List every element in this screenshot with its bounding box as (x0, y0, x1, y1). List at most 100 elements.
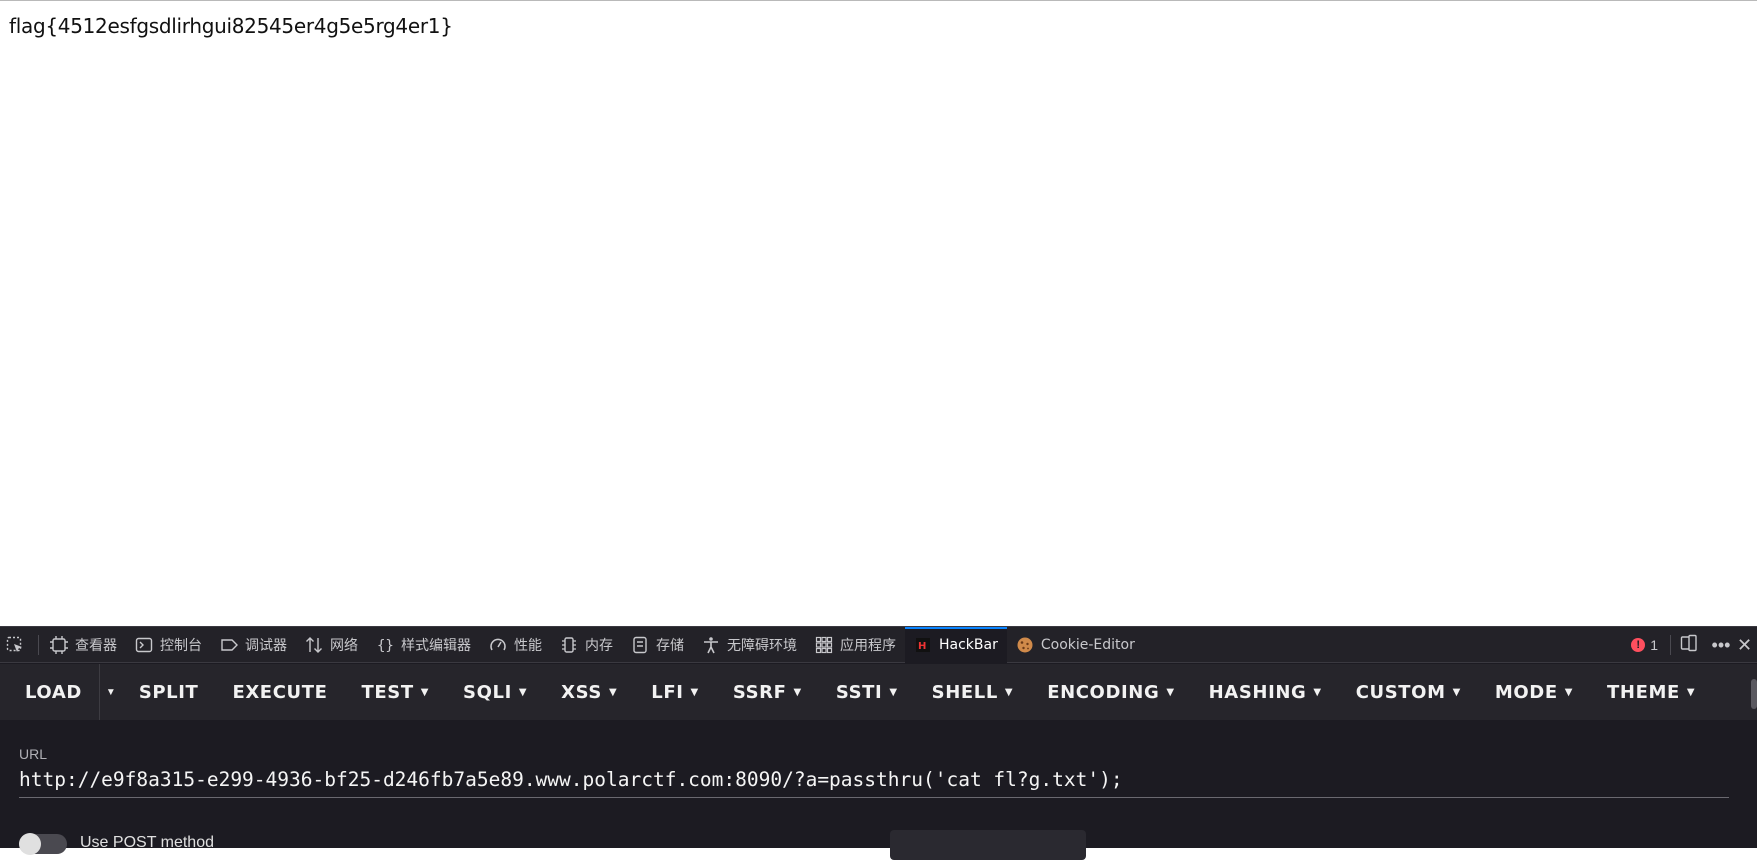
responsive-icon (1680, 634, 1698, 657)
console-icon (135, 636, 153, 654)
close-devtools-button[interactable]: ✕ (1737, 627, 1757, 663)
url-label: URL (19, 746, 48, 762)
hackbar-ssrf-button[interactable]: SSRF ▼ (716, 664, 819, 720)
menu-label: HASHING (1208, 681, 1307, 703)
memory-icon (560, 636, 578, 654)
hackbar-lfi-button[interactable]: LFI ▼ (634, 664, 716, 720)
devtools-tab-hackbar[interactable]: H HackBar (905, 626, 1007, 663)
hackbar-sqli-button[interactable]: SQLI ▼ (446, 664, 544, 720)
ellipsis-icon: ••• (1711, 634, 1731, 655)
svg-text:H: H (918, 641, 926, 652)
debugger-icon (220, 636, 238, 654)
devtools-tab-storage[interactable]: 存储 (622, 627, 693, 663)
caret-down-icon: ▼ (1313, 686, 1322, 698)
network-icon (305, 636, 323, 654)
error-icon: ! (1631, 638, 1646, 652)
toolbar-separator (1670, 635, 1671, 655)
devtools-toolbar: 查看器 控制台 调试器 网络 {} 样式编辑器 性能 内存 存储 无障碍环境 应用程序 H HackBa… (0, 626, 1757, 663)
menu-label: THEME (1607, 681, 1680, 703)
hackbar-encoding-button[interactable]: ENCODING ▼ (1030, 664, 1191, 720)
error-count: 1 (1650, 637, 1658, 653)
caret-down-icon: ▼ (793, 686, 802, 698)
performance-icon (489, 636, 507, 654)
devtools-tab-inspector[interactable]: 查看器 (41, 627, 126, 663)
request-body-box[interactable] (890, 830, 1086, 860)
tab-label: HackBar (939, 636, 998, 653)
hackbar-icon: H (914, 636, 932, 654)
tab-label: 应用程序 (840, 637, 896, 654)
tab-label: Cookie-Editor (1040, 636, 1135, 653)
menu-label: TEST (361, 681, 414, 703)
responsive-design-button[interactable] (1673, 627, 1705, 663)
hackbar-ssti-button[interactable]: SSTI ▼ (819, 664, 915, 720)
menu-label: CUSTOM (1355, 681, 1446, 703)
web-page-content: flag{4512esfgsdlirhgui82545er4g5e5rg4er1… (0, 0, 1757, 626)
menu-label: LOAD (25, 681, 82, 703)
hackbar-test-button[interactable]: TEST ▼ (345, 664, 447, 720)
caret-down-icon: ▼ (1166, 686, 1175, 698)
caret-down-icon: ▼ (690, 686, 699, 698)
hackbar-execute-button[interactable]: EXECUTE (215, 664, 344, 720)
post-method-toggle[interactable] (19, 833, 67, 855)
picker-icon (6, 636, 24, 654)
scrollbar[interactable] (1751, 679, 1757, 709)
hackbar-theme-button[interactable]: THEME ▼ (1590, 664, 1712, 720)
tab-label: 网络 (330, 637, 358, 654)
devtools-tab-list: 查看器 控制台 调试器 网络 {} 样式编辑器 性能 内存 存储 无障碍环境 应用程序 H HackBa… (41, 626, 1144, 663)
menu-label: SSTI (835, 681, 883, 703)
devtools-tab-performance[interactable]: 性能 (480, 627, 551, 663)
devtools-tab-accessibility[interactable]: 无障碍环境 (693, 627, 806, 663)
hackbar-load-button[interactable]: LOAD (8, 664, 99, 720)
tab-label: 调试器 (245, 637, 287, 654)
svg-text:{}: {} (377, 638, 394, 654)
menu-label: SQLI (463, 681, 512, 703)
post-method-label: Use POST method (80, 834, 214, 851)
application-icon (815, 636, 833, 654)
hackbar-shell-button[interactable]: SHELL ▼ (915, 664, 1031, 720)
menu-label: SHELL (931, 681, 998, 703)
tab-label: 查看器 (75, 637, 117, 654)
devtools-panel: 查看器 控制台 调试器 网络 {} 样式编辑器 性能 内存 存储 无障碍环境 应用程序 H HackBa… (0, 626, 1757, 860)
caret-down-icon: ▼ (1004, 686, 1014, 698)
tab-label: 性能 (514, 637, 542, 654)
storage-icon (631, 636, 649, 654)
cookie-icon (1016, 636, 1034, 654)
error-counter[interactable]: ! 1 (1621, 637, 1668, 653)
hackbar-menu: LOAD ▼ SPLIT EXECUTE TEST ▼ SQLI ▼ XSS ▼ LFI ▼ SSRF ▼… (0, 664, 1757, 720)
hackbar-url-area: URL http://e9f8a315-e299-4936-bf25-d246f… (0, 720, 1757, 860)
url-input[interactable]: http://e9f8a315-e299-4936-bf25-d246fb7a5… (19, 768, 1729, 798)
devtools-tab-style-editor[interactable]: {} 样式编辑器 (367, 627, 480, 663)
devtools-tab-cookie[interactable]: Cookie-Editor (1007, 627, 1144, 663)
caret-down-icon: ▼ (1564, 686, 1574, 698)
accessibility-icon (702, 636, 720, 654)
menu-label: XSS (561, 681, 602, 703)
caret-down-icon: ▼ (608, 686, 618, 698)
load-options-dropdown[interactable]: ▼ (98, 664, 122, 720)
toolbar-separator (38, 634, 39, 655)
hackbar-custom-button[interactable]: CUSTOM ▼ (1339, 664, 1478, 720)
devtools-tab-debugger[interactable]: 调试器 (211, 627, 296, 663)
devtools-tab-console[interactable]: 控制台 (126, 627, 211, 663)
hackbar-split-button[interactable]: SPLIT (122, 664, 216, 720)
tab-label: 无障碍环境 (727, 637, 797, 654)
toolbar-right: ! 1 ••• ✕ (1621, 627, 1757, 663)
caret-down-icon: ▼ (420, 686, 430, 698)
devtools-tab-application[interactable]: 应用程序 (806, 627, 905, 663)
devtools-tab-memory[interactable]: 内存 (551, 627, 622, 663)
hackbar-hashing-button[interactable]: HASHING ▼ (1192, 664, 1339, 720)
flag-text: flag{4512esfgsdlirhgui82545er4g5e5rg4er1… (9, 14, 453, 38)
menu-label: MODE (1494, 681, 1558, 703)
caret-down-icon: ▼ (889, 686, 898, 698)
devtools-tab-network[interactable]: 网络 (296, 627, 367, 663)
hackbar-mode-button[interactable]: MODE ▼ (1478, 664, 1590, 720)
more-options-button[interactable]: ••• (1705, 627, 1737, 663)
tab-label: 存储 (656, 637, 684, 654)
tab-label: 内存 (585, 637, 613, 654)
menu-label: LFI (651, 681, 684, 703)
caret-down-icon: ▼ (1686, 686, 1696, 698)
hackbar-xss-button[interactable]: XSS ▼ (544, 664, 634, 720)
inspector-icon (50, 635, 68, 654)
element-picker-button[interactable] (0, 627, 36, 663)
close-icon: ✕ (1737, 634, 1753, 655)
menu-label: SSRF (732, 681, 787, 703)
